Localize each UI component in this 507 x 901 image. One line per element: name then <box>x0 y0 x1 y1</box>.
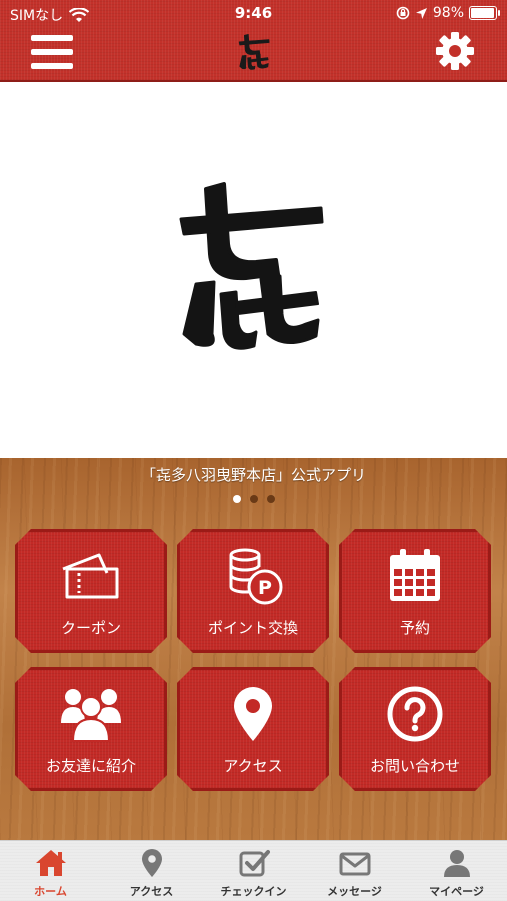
coupon-label: クーポン <box>60 619 121 637</box>
carousel-dot[interactable] <box>232 495 241 503</box>
tab-message[interactable]: メッセージ <box>304 841 405 901</box>
battery-icon <box>469 6 500 20</box>
tab-home[interactable]: ホーム <box>0 841 101 901</box>
carousel-dot[interactable] <box>249 495 258 503</box>
tab-mypage-label: マイページ <box>429 885 484 898</box>
battery-fill <box>471 8 495 18</box>
status-bar: SIMなし 9:46 98% <box>0 0 507 28</box>
question-icon <box>386 685 444 743</box>
menu-panel: 「㐂多八羽曳野本店」公式アプリ クーポン P ポイント交換 予約 お友達に紹介 … <box>0 458 507 840</box>
mail-icon <box>339 852 370 876</box>
location-arrow-icon <box>415 7 427 19</box>
svg-text:P: P <box>258 577 272 599</box>
refer-friend-button[interactable]: お友達に紹介 <box>15 667 167 791</box>
carousel-dot[interactable] <box>266 495 275 503</box>
tab-mypage[interactable]: マイページ <box>406 841 507 901</box>
reservation-button[interactable]: 予約 <box>339 529 491 653</box>
tab-home-label: ホーム <box>34 885 67 898</box>
point-exchange-button[interactable]: P ポイント交換 <box>177 529 329 653</box>
map-pin-icon <box>231 685 275 743</box>
calendar-icon <box>386 547 444 605</box>
point-exchange-label: ポイント交換 <box>207 619 298 637</box>
hamburger-menu-icon <box>31 35 73 41</box>
tab-checkin[interactable]: チェックイン <box>203 841 304 901</box>
ticket-icon <box>59 547 123 603</box>
shop-tagline: 「㐂多八羽曳野本店」公式アプリ <box>140 466 366 484</box>
menu-button[interactable] <box>31 35 73 69</box>
tab-access-label: アクセス <box>129 885 174 898</box>
coupon-button[interactable]: クーポン <box>15 529 167 653</box>
hero-banner <box>0 82 507 458</box>
orientation-lock-icon <box>396 6 410 20</box>
bottom-tab-bar: ホーム アクセス チェックイン メッセージ マイページ <box>0 840 507 901</box>
map-pin-icon <box>141 849 162 877</box>
contact-label: お問い合わせ <box>369 757 460 775</box>
carousel-indicator <box>0 495 507 503</box>
access-label: アクセス <box>223 757 283 775</box>
coins-icon: P <box>221 547 285 607</box>
people-icon <box>59 685 123 743</box>
tab-access[interactable]: アクセス <box>101 841 202 901</box>
access-button[interactable]: アクセス <box>177 667 329 791</box>
user-icon <box>443 850 470 877</box>
gear-icon[interactable] <box>434 30 476 72</box>
app-header: SIMなし 9:46 98% <box>0 0 507 82</box>
refer-friend-label: お友達に紹介 <box>45 757 136 775</box>
contact-button[interactable]: お問い合わせ <box>339 667 491 791</box>
tab-message-label: メッセージ <box>327 885 382 898</box>
home-icon <box>35 850 66 876</box>
battery-percent: 98% <box>432 5 464 21</box>
brand-logo <box>238 33 270 70</box>
reservation-label: 予約 <box>399 619 430 637</box>
brand-logo-large <box>179 182 324 350</box>
tab-checkin-label: チェックイン <box>220 885 287 898</box>
checkin-icon <box>239 850 270 877</box>
